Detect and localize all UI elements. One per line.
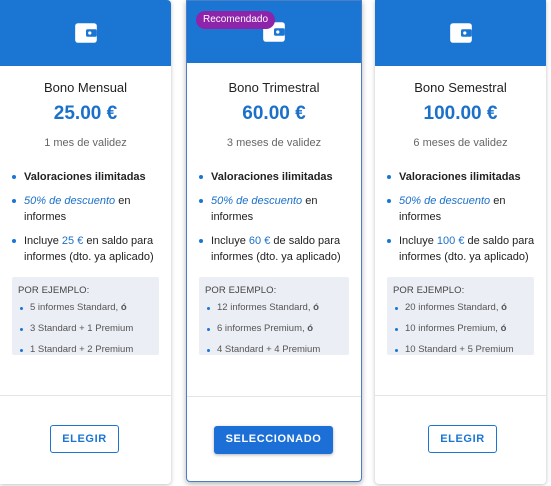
example-text: 3 Standard + 1 Premium	[30, 323, 134, 334]
balance-amount: 100 €	[436, 235, 465, 247]
example-or: ó	[501, 302, 507, 313]
feature-item: 50% de descuento en informes	[385, 193, 536, 225]
balance-amount: 25 €	[61, 235, 84, 247]
example-item: 5 informes Standard, ó	[18, 302, 153, 314]
discount-highlight: 50% de descuento	[399, 195, 491, 207]
example-list: 5 informes Standard, ó 3 Standard + 1 Pr…	[18, 302, 153, 356]
recommended-badge: Recomendado	[196, 11, 276, 29]
example-text: 6 informes Premium,	[217, 323, 308, 334]
example-item: 10 informes Premium, ó	[393, 323, 528, 335]
feature-item: Incluye 60 € de saldo para informes (dto…	[197, 233, 351, 265]
example-text: 10 Standard + 5 Premium	[405, 344, 514, 355]
feature-item: 50% de descuento en informes	[197, 193, 351, 225]
example-or: ó	[307, 323, 314, 334]
plan-header-band	[375, 0, 546, 66]
plan-header-band	[0, 0, 171, 66]
choose-button[interactable]: ELEGIR	[428, 425, 497, 453]
feature-item: Valoraciones ilimitadas	[197, 169, 351, 185]
feature-text: Incluye	[399, 235, 437, 247]
example-item: 20 informes Standard, ó	[393, 302, 528, 314]
example-item: 3 Standard + 1 Premium	[18, 323, 153, 335]
example-title: POR EJEMPLO:	[393, 285, 465, 296]
feature-item: Valoraciones ilimitadas	[385, 169, 536, 185]
feature-text: Incluye	[211, 235, 249, 247]
choose-button[interactable]: ELEGIR	[50, 425, 119, 453]
plan-validity: 3 meses de validez	[226, 137, 322, 149]
feature-list: Valoraciones ilimitadas 50% de descuento…	[375, 169, 546, 265]
plan-name: Bono Semestral	[414, 80, 507, 95]
divider	[187, 396, 361, 397]
example-box: POR EJEMPLO: 5 informes Standard, ó 3 St…	[12, 277, 159, 355]
example-text: 20 informes Standard,	[405, 302, 502, 313]
example-list: 12 informes Standard, ó 6 informes Premi…	[205, 302, 343, 356]
example-item: 10 Standard + 5 Premium	[393, 344, 528, 356]
plan-card-mensual: Bono Mensual 25.00 € 1 mes de validez Va…	[0, 0, 171, 484]
example-or: ó	[500, 323, 507, 334]
plan-name: Bono Mensual	[43, 80, 128, 95]
plan-price: 25.00 €	[53, 103, 118, 124]
feature-list: Valoraciones ilimitadas 50% de descuento…	[0, 169, 171, 265]
feature-item: Incluye 25 € en saldo para informes (dto…	[10, 233, 161, 265]
divider	[375, 395, 546, 396]
plan-validity: 1 mes de validez	[44, 137, 127, 149]
example-list: 20 informes Standard, ó 10 informes Prem…	[393, 302, 528, 356]
balance-amount: 60 €	[248, 235, 271, 247]
plan-price: 60.00 €	[242, 103, 306, 124]
example-box: POR EJEMPLO: 20 informes Standard, ó 10 …	[387, 277, 534, 355]
example-text: 10 informes Premium,	[405, 323, 501, 334]
feature-item: Incluye 100 € de saldo para informes (dt…	[385, 233, 536, 265]
feature-text: Valoraciones ilimitadas	[211, 171, 333, 183]
discount-highlight: 50% de descuento	[211, 195, 303, 207]
feature-text: Incluye	[24, 235, 62, 247]
plan-card-trimestral: Recomendado Bono Trimestral 60.00 € 3 me…	[186, 0, 362, 482]
example-title: POR EJEMPLO:	[205, 285, 277, 296]
divider	[0, 395, 171, 396]
discount-highlight: 50% de descuento	[24, 195, 116, 207]
wallet-icon	[449, 23, 472, 43]
example-item: 4 Standard + 4 Premium	[205, 344, 343, 356]
feature-item: 50% de descuento en informes	[10, 193, 161, 225]
example-text: 1 Standard + 2 Premium	[30, 344, 134, 355]
example-text: 12 informes Standard,	[217, 302, 314, 313]
feature-text: Valoraciones ilimitadas	[24, 171, 146, 183]
plan-price: 100.00 €	[423, 103, 498, 124]
plan-card-semestral: Bono Semestral 100.00 € 6 meses de valid…	[375, 0, 546, 484]
example-title: POR EJEMPLO:	[18, 285, 90, 296]
example-or: ó	[120, 302, 127, 313]
wallet-icon	[74, 23, 97, 43]
feature-text: Valoraciones ilimitadas	[399, 171, 521, 183]
example-item: 12 informes Standard, ó	[205, 302, 343, 314]
feature-item: Valoraciones ilimitadas	[10, 169, 161, 185]
example-or: ó	[313, 302, 319, 313]
example-item: 6 informes Premium, ó	[205, 323, 343, 335]
example-item: 1 Standard + 2 Premium	[18, 344, 153, 356]
feature-list: Valoraciones ilimitadas 50% de descuento…	[187, 169, 361, 265]
selected-button[interactable]: SELECCIONADO	[214, 426, 333, 454]
plan-validity: 6 meses de validez	[413, 137, 508, 149]
example-box: POR EJEMPLO: 12 informes Standard, ó 6 i…	[199, 277, 349, 355]
example-text: 5 informes Standard,	[30, 302, 121, 313]
example-text: 4 Standard + 4 Premium	[217, 344, 321, 355]
plan-name: Bono Trimestral	[228, 80, 320, 95]
plan-header-band: Recomendado	[187, 1, 361, 63]
